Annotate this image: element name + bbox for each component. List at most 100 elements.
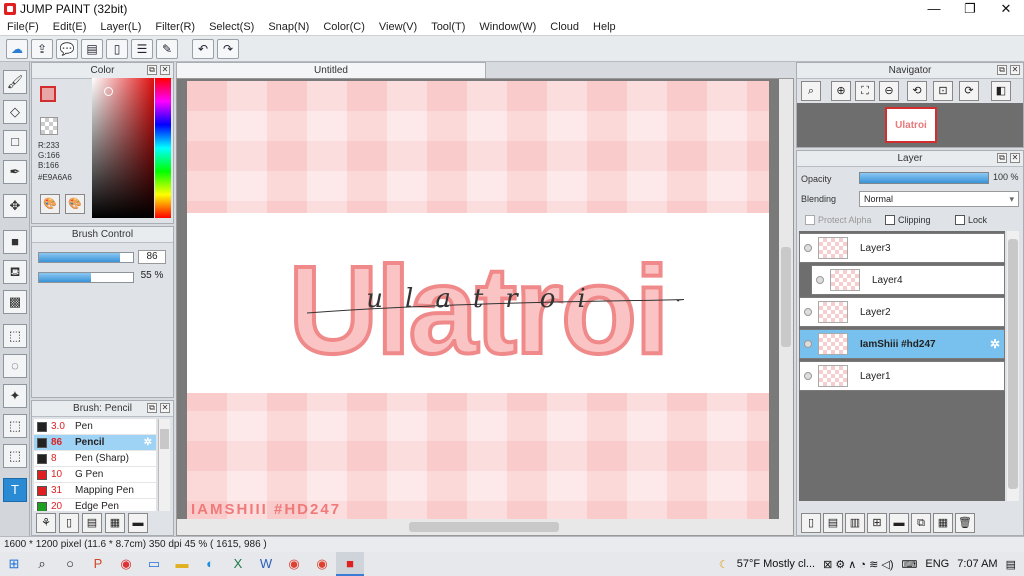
duplicate-layer-icon[interactable]: ⧉: [911, 513, 931, 533]
zoom-actual-icon[interactable]: ⛶: [855, 81, 875, 101]
close-panel-icon[interactable]: ✕: [1010, 153, 1020, 163]
list-icon[interactable]: ☰: [131, 38, 153, 59]
page-icon[interactable]: ▯: [106, 38, 128, 59]
menu-filter[interactable]: Filter(R): [148, 21, 202, 33]
layer-item[interactable]: Layer1: [799, 361, 1005, 391]
new-layer-icon[interactable]: ▯: [801, 513, 821, 533]
pen-tool-icon[interactable]: ✒: [3, 160, 27, 184]
float-panel-icon[interactable]: ⧉: [147, 65, 157, 75]
close-button[interactable]: ✕: [988, 0, 1024, 18]
menu-layer[interactable]: Layer(L): [93, 21, 148, 33]
chrome-profile-icon[interactable]: ◉: [308, 552, 336, 576]
edit-icon[interactable]: ✎: [156, 38, 178, 59]
menu-snap[interactable]: Snap(N): [261, 21, 316, 33]
new-layer-8bit-icon[interactable]: ▤: [823, 513, 843, 533]
brush-item[interactable]: 31 Mapping Pen: [34, 483, 156, 499]
canvas-vertical-scrollbar[interactable]: [779, 79, 793, 519]
fill-rect-icon[interactable]: ■: [3, 230, 27, 254]
add-layer-dropdown-icon[interactable]: ⊞: [867, 513, 887, 533]
monitor-icon[interactable]: ▭: [140, 552, 168, 576]
delete-layer-icon[interactable]: 🗑: [955, 513, 975, 533]
language-indicator[interactable]: ENG: [925, 558, 949, 570]
layer-visibility-icon[interactable]: [804, 244, 812, 252]
gradient-icon[interactable]: ▩: [3, 290, 27, 314]
navigator-thumbnail[interactable]: Ulatroi: [885, 107, 937, 143]
brush-item[interactable]: 3.0 Pen: [34, 419, 156, 435]
word-icon[interactable]: W: [252, 552, 280, 576]
clock[interactable]: 7:07 AM: [957, 558, 997, 570]
close-panel-icon[interactable]: ✕: [160, 65, 170, 75]
layer-item[interactable]: Layer2: [799, 297, 1005, 327]
brush-folder-icon[interactable]: ▬: [128, 513, 148, 533]
notification-icon[interactable]: ▤: [1006, 558, 1016, 571]
brush-item[interactable]: 86 Pencil ✲: [34, 435, 156, 451]
rectangle-icon[interactable]: □: [3, 130, 27, 154]
float-panel-icon[interactable]: ⧉: [147, 403, 157, 413]
layer-opacity-slider[interactable]: [859, 172, 989, 184]
main-color-swatch[interactable]: [40, 86, 56, 102]
file-explorer-icon[interactable]: ▬: [168, 552, 196, 576]
comment-icon[interactable]: 💬: [56, 38, 78, 59]
chrome-alt-icon[interactable]: ◉: [112, 552, 140, 576]
jump-paint-taskbar-icon[interactable]: ■: [336, 552, 364, 576]
cloud-icon[interactable]: ☁: [6, 38, 28, 59]
tray-icons[interactable]: ⊠ ⚙ ∧ ◔ ≋ ◁): [823, 558, 893, 571]
layer-visibility-icon[interactable]: [804, 372, 812, 380]
minimize-button[interactable]: —: [916, 0, 952, 18]
menu-tool[interactable]: Tool(T): [424, 21, 472, 33]
brush-list-scrollbar[interactable]: [158, 419, 170, 511]
menu-cloud[interactable]: Cloud: [543, 21, 586, 33]
weather-text[interactable]: 57°F Mostly cl...: [737, 558, 815, 570]
share-icon[interactable]: ⇪: [31, 38, 53, 59]
close-panel-icon[interactable]: ✕: [160, 403, 170, 413]
brush-new-icon[interactable]: ▯: [59, 513, 79, 533]
lock-checkbox[interactable]: Lock: [955, 215, 987, 225]
layer-item[interactable]: Layer3: [799, 233, 1005, 263]
select-pen-icon[interactable]: ⬚: [3, 414, 27, 438]
new-layer-1bit-icon[interactable]: ▥: [845, 513, 865, 533]
lasso-icon[interactable]: ◌: [3, 354, 27, 378]
flip-icon[interactable]: ◧: [991, 81, 1011, 101]
magic-wand-icon[interactable]: ✦: [3, 384, 27, 408]
rect-select-icon[interactable]: ⬚: [3, 324, 27, 348]
layer-folder-icon[interactable]: ▬: [889, 513, 909, 533]
clipping-checkbox[interactable]: Clipping: [885, 215, 931, 225]
brush-icon[interactable]: 🖌: [3, 70, 27, 94]
select-eraser-icon[interactable]: ⬚: [3, 444, 27, 468]
layer-visibility-icon[interactable]: [804, 308, 812, 316]
zoom-in-icon[interactable]: ⊕: [831, 81, 851, 101]
brush-opacity-slider[interactable]: [38, 272, 134, 283]
canvas[interactable]: Ulatroi ulatroi IAMSHIII #HD247: [187, 81, 769, 519]
brush-size-slider[interactable]: [38, 252, 134, 263]
bucket-icon[interactable]: ⛾: [3, 260, 27, 284]
menu-edit[interactable]: Edit(E): [46, 21, 94, 33]
blending-select[interactable]: Normal: [859, 191, 1019, 207]
undo-icon[interactable]: ↶: [192, 38, 214, 59]
menu-select[interactable]: Select(S): [202, 21, 261, 33]
zoom-fit-icon[interactable]: ⌕: [801, 81, 821, 101]
task-view-icon[interactable]: ○: [56, 552, 84, 576]
powerpoint-icon[interactable]: P: [84, 552, 112, 576]
brush-item[interactable]: 8 Pen (Sharp): [34, 451, 156, 467]
layer-item[interactable]: IamShiii #hd247 ✲: [799, 329, 1005, 359]
transparent-swatch[interactable]: [40, 117, 58, 135]
move-icon[interactable]: ✥: [3, 194, 27, 218]
eraser-icon[interactable]: ◇: [3, 100, 27, 124]
layer-visibility-icon[interactable]: [816, 276, 824, 284]
float-panel-icon[interactable]: ⧉: [997, 153, 1007, 163]
menu-window[interactable]: Window(W): [472, 21, 543, 33]
document-tab[interactable]: Untitled: [176, 62, 486, 78]
keyboard-icon[interactable]: ⌨: [902, 558, 918, 571]
float-panel-icon[interactable]: ⧉: [997, 65, 1007, 75]
windows-start-icon[interactable]: ⊞: [0, 552, 28, 576]
redo-icon[interactable]: ↷: [217, 38, 239, 59]
menu-color[interactable]: Color(C): [316, 21, 372, 33]
hue-slider[interactable]: [155, 78, 171, 218]
brush-settings-gear-icon[interactable]: ✲: [144, 437, 152, 448]
canvas-horizontal-scrollbar[interactable]: [177, 519, 793, 535]
layer-list-scrollbar[interactable]: [1007, 231, 1019, 501]
brush-item[interactable]: 10 G Pen: [34, 467, 156, 483]
chat-icon[interactable]: ▤: [81, 38, 103, 59]
layer-visibility-icon[interactable]: [804, 340, 812, 348]
brush-copy-icon[interactable]: ▤: [82, 513, 102, 533]
